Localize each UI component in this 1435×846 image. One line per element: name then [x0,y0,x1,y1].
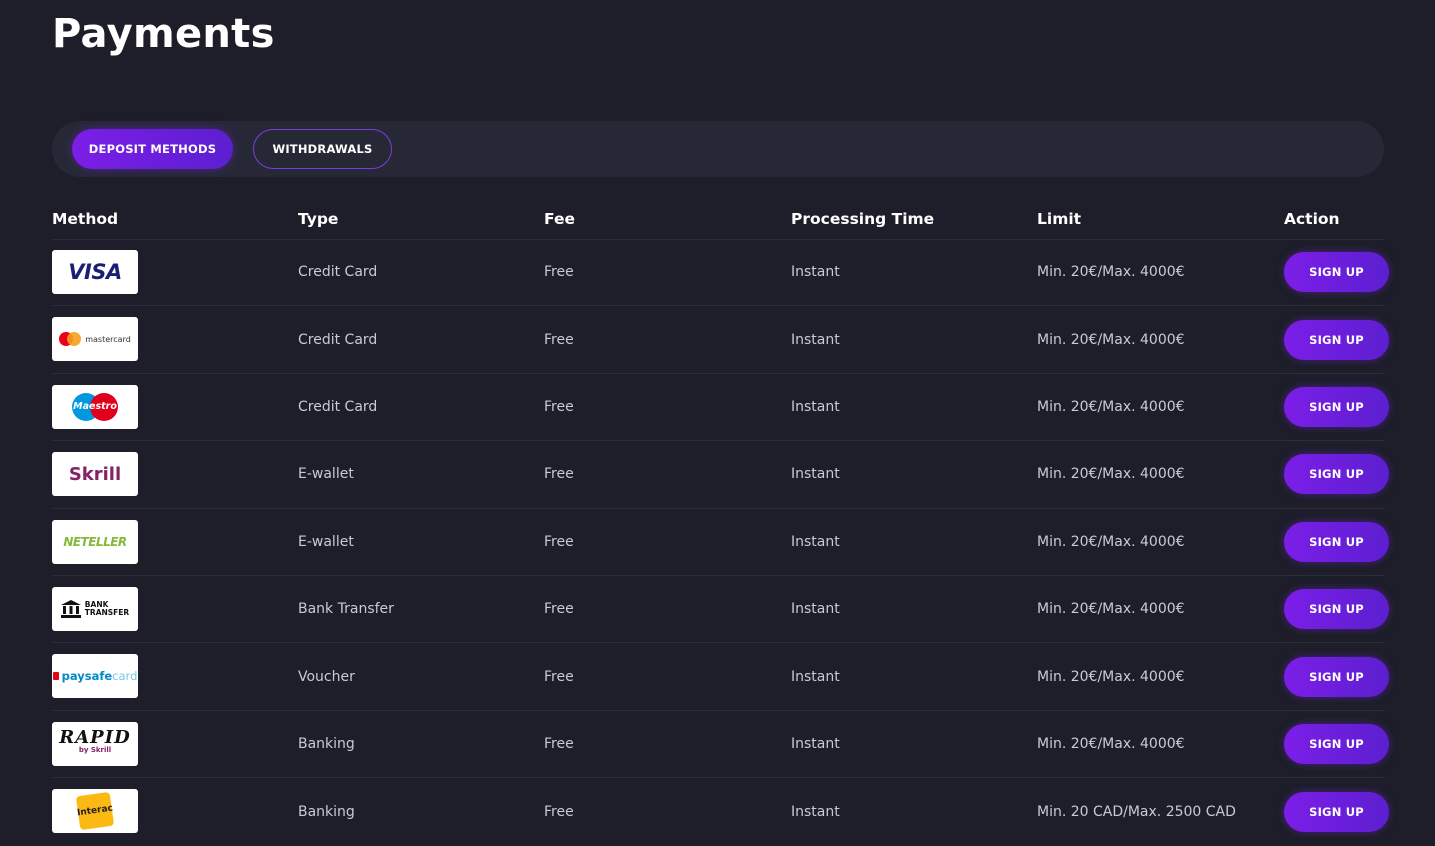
tab-deposit-methods[interactable]: DEPOSIT METHODS [72,129,233,169]
method-fee: Free [544,264,574,281]
method-limit: Min. 20€/Max. 4000€ [1037,533,1185,550]
paysafecard-logo: paysafe card [52,654,138,699]
method-fee: Free [544,533,574,550]
method-limit: Min. 20€/Max. 4000€ [1037,466,1185,483]
interac-logo: Interac [52,789,138,834]
bank-transfer-logo: BANK TRANSFER [52,586,138,631]
sign-up-button[interactable]: SIGN UP [1284,723,1389,764]
method-limit: Min. 20€/Max. 4000€ [1037,398,1185,415]
sign-up-button[interactable]: SIGN UP [1284,521,1389,562]
paysafe-logo-text: paysafe [61,669,113,684]
header-fee: Fee [544,210,575,228]
header-method: Method [52,210,119,228]
table-row: NETELLER E-wallet Free Instant Min. 20€/… [52,509,1389,576]
method-type: Credit Card [298,398,378,415]
lock-icon [52,672,59,681]
table-row: mastercard Credit Card Free Instant Min.… [52,306,1389,374]
method-fee: Free [544,803,574,820]
neteller-logo: NETELLER [52,519,138,564]
method-fee: Free [544,398,574,415]
header-type: Type [298,210,339,228]
neteller-logo-text: NETELLER [63,534,127,549]
sign-up-button[interactable]: SIGN UP [1284,386,1389,427]
method-type: Banking [298,735,355,752]
table-row: Interac Banking Free Instant Min. 20 CAD… [52,778,1389,845]
method-fee: Free [544,735,574,752]
method-type: Voucher [298,668,355,685]
sign-up-button[interactable]: SIGN UP [1284,589,1389,630]
payment-methods-table: VISA Credit Card Free Instant Min. 20€/M… [52,239,1389,846]
mastercard-circles-icon [59,332,82,347]
method-fee: Free [544,331,574,348]
method-fee: Free [544,601,574,618]
method-processing-time: Instant [791,398,840,415]
method-processing-time: Instant [791,601,840,618]
sign-up-button[interactable]: SIGN UP [1284,656,1389,697]
method-processing-time: Instant [791,735,840,752]
maestro-circles-icon: Maestro [72,392,118,421]
method-type: Bank Transfer [298,601,394,618]
method-processing-time: Instant [791,533,840,550]
skrill-logo: Skrill [52,452,138,497]
table-row: VISA Credit Card Free Instant Min. 20€/M… [52,239,1389,307]
rapid-logo-text: RAPID [59,726,131,748]
method-type: Banking [298,803,355,820]
method-limit: Min. 20€/Max. 4000€ [1037,264,1185,281]
method-processing-time: Instant [791,331,840,348]
rapid-logo: RAPID by Skrill [52,721,138,766]
method-limit: Min. 20€/Max. 4000€ [1037,668,1185,685]
method-processing-time: Instant [791,803,840,820]
table-row: paysafe card Voucher Free Instant Min. 20… [52,643,1389,711]
interac-badge-icon: Interac [75,791,115,831]
maestro-logo: Maestro [52,384,138,429]
mastercard-logo: mastercard [52,317,138,362]
header-processing-time: Processing Time [791,210,935,228]
bank-building-icon [60,599,81,618]
header-limit: Limit [1037,210,1082,228]
maestro-logo-text: Maestro [73,400,117,412]
paysafe-card-text: card [112,669,138,684]
payment-tabs: DEPOSIT METHODS WITHDRAWALS [52,121,1384,177]
method-type: E-wallet [298,533,354,550]
visa-logo-text: VISA [68,260,122,284]
table-row: Maestro Credit Card Free Instant Min. 20… [52,374,1389,442]
header-action: Action [1284,210,1340,228]
tab-withdrawals[interactable]: WITHDRAWALS [253,129,392,169]
table-row: Skrill E-wallet Free Instant Min. 20€/Ma… [52,441,1389,509]
method-fee: Free [544,466,574,483]
sign-up-button[interactable]: SIGN UP [1284,791,1389,832]
method-limit: Min. 20€/Max. 4000€ [1037,601,1185,618]
visa-logo: VISA [52,250,138,294]
method-limit: Min. 20€/Max. 4000€ [1037,735,1185,752]
mastercard-logo-text: mastercard [85,334,131,344]
method-fee: Free [544,668,574,685]
method-processing-time: Instant [791,466,840,483]
sign-up-button[interactable]: SIGN UP [1284,252,1389,293]
sign-up-button[interactable]: SIGN UP [1284,319,1389,360]
method-processing-time: Instant [791,264,840,281]
skrill-logo-text: Skrill [68,463,122,485]
method-limit: Min. 20 CAD/Max. 2500 CAD [1037,803,1236,820]
interac-logo-text: Interac [76,803,114,819]
table-header: Method Type Fee Processing Time Limit Ac… [52,207,1384,240]
sign-up-button[interactable]: SIGN UP [1284,454,1389,495]
page-title: Payments [52,11,275,57]
method-limit: Min. 20€/Max. 4000€ [1037,331,1185,348]
method-type: Credit Card [298,264,378,281]
method-type: Credit Card [298,331,378,348]
method-processing-time: Instant [791,668,840,685]
table-row: RAPID by Skrill Banking Free Instant Min… [52,711,1389,779]
table-row: BANK TRANSFER Bank Transfer Free Instant… [52,576,1389,644]
method-type: E-wallet [298,466,354,483]
bank-logo-line2: TRANSFER [84,607,130,617]
